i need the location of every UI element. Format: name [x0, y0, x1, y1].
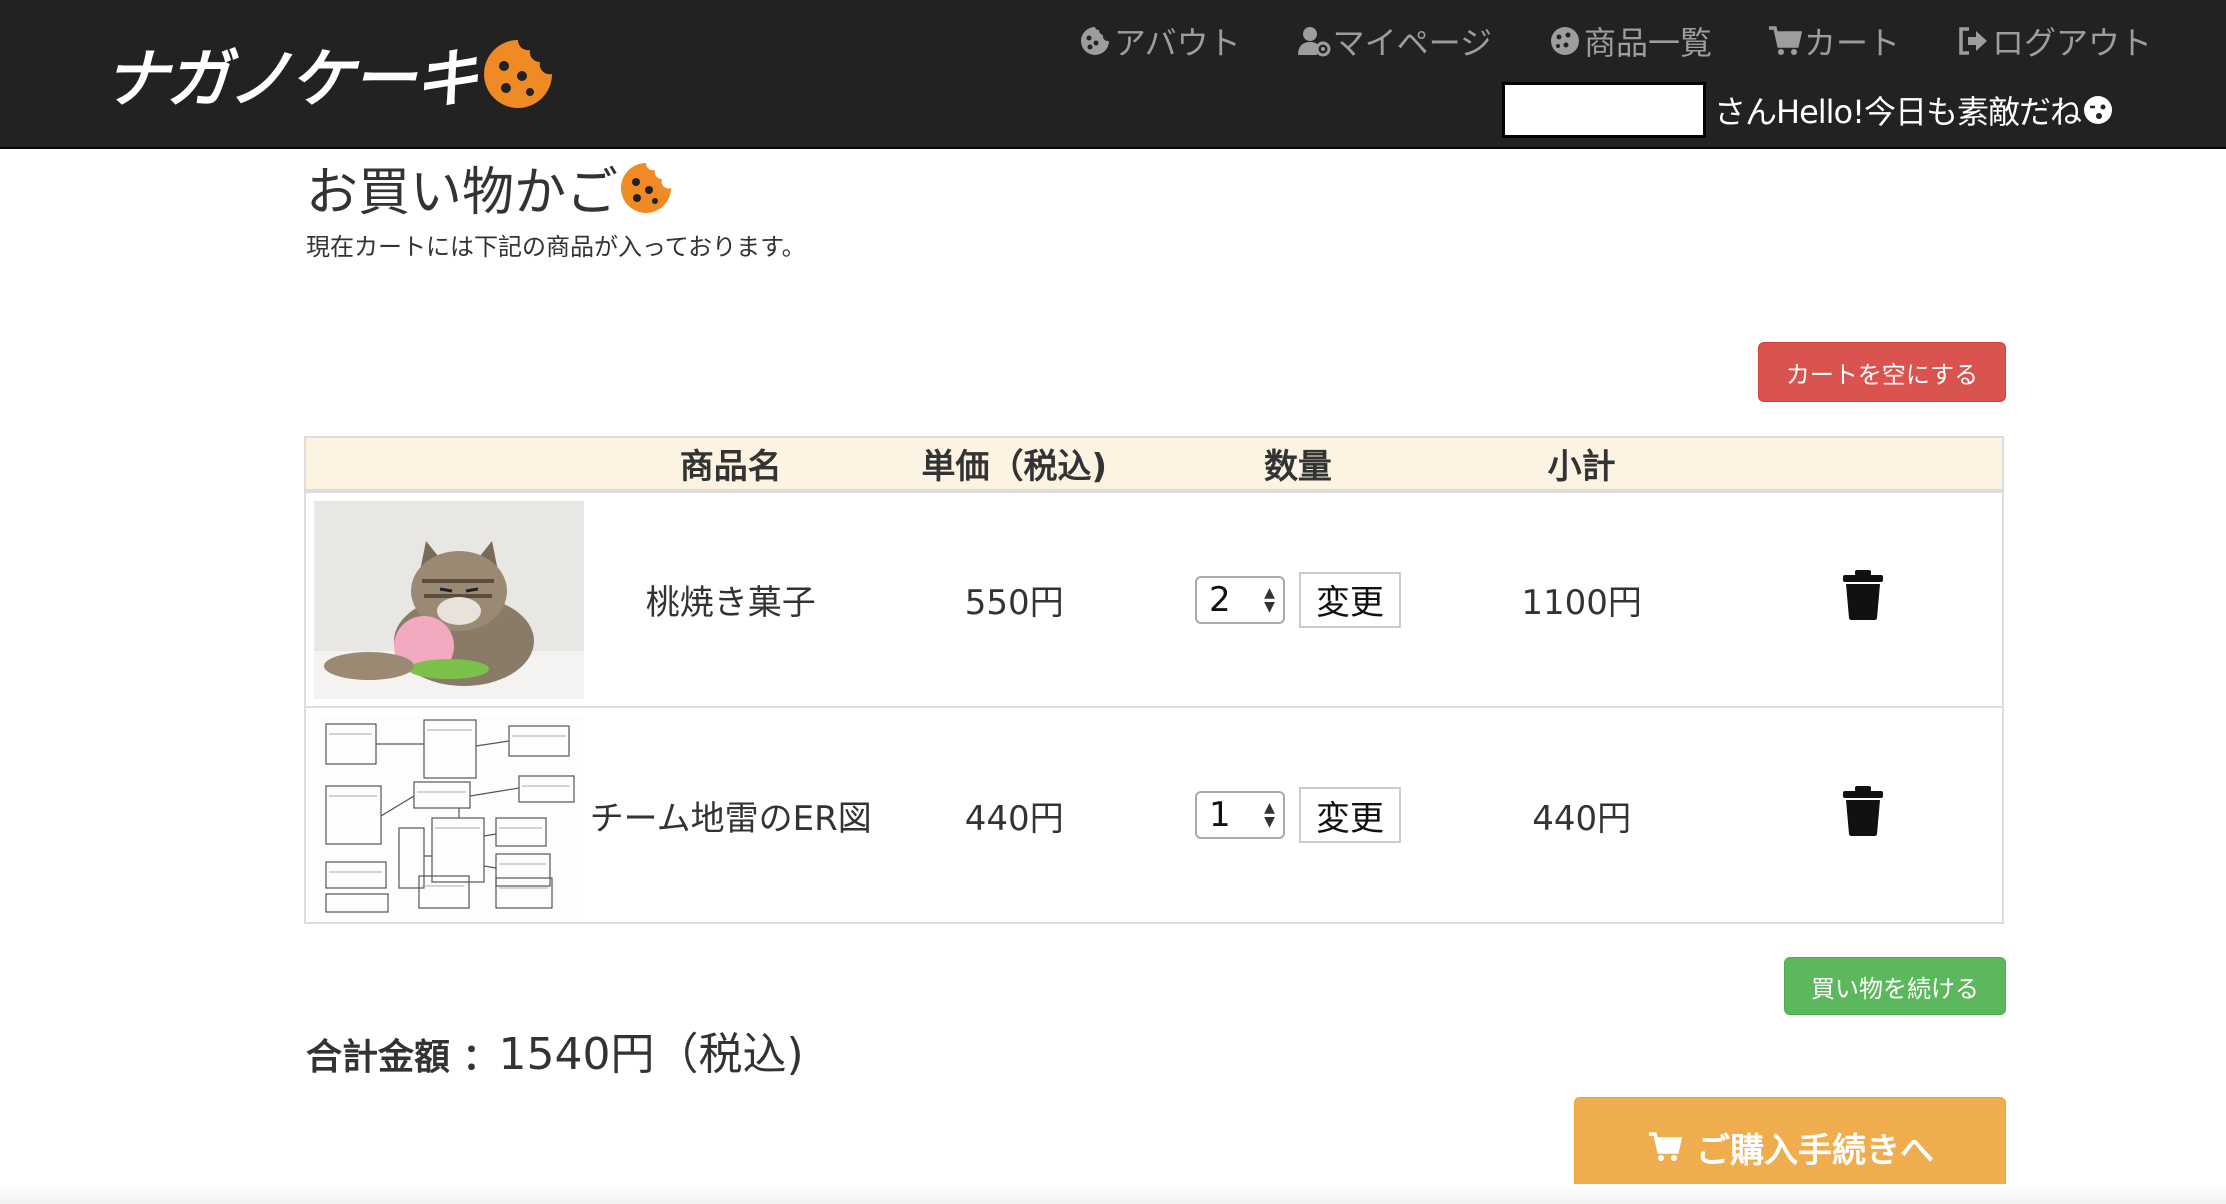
- header-subtotal: 小計: [1439, 437, 1724, 493]
- nav-cart[interactable]: カート: [1768, 14, 1900, 68]
- header-product-name: 商品名: [588, 437, 873, 493]
- header-delete: [1723, 437, 2003, 493]
- nav-mypage-label: マイページ: [1332, 24, 1492, 62]
- nav-products[interactable]: 商品一覧: [1548, 14, 1712, 68]
- cookie-icon: [1080, 27, 1109, 55]
- nav-about[interactable]: アバウト: [1078, 14, 1241, 68]
- wink-face-icon: [2083, 96, 2112, 124]
- cart-table: 商品名 単価（税込) 数量 小計 桃焼き菓子 550円 2 ▲ ▼ 変更 110…: [304, 436, 2004, 924]
- change-quantity-button[interactable]: 変更: [1298, 571, 1401, 628]
- brand-name: ナガノケーキ: [104, 43, 478, 117]
- page-subtitle: 現在カートには下記の商品が入っております。: [306, 233, 806, 261]
- nav-mypage[interactable]: マイページ: [1297, 14, 1492, 68]
- spinner-arrows-icon[interactable]: ▲ ▼: [1264, 586, 1275, 614]
- product-image-cell: [305, 706, 589, 923]
- subtotal: 440円: [1439, 706, 1724, 923]
- cookie-icon: [484, 40, 552, 108]
- delete-cell: [1723, 706, 2003, 923]
- total-amount: 合計金額 ：1540円（税込): [306, 1018, 804, 1082]
- navbar: ナガノケーキ アバウト マイページ 商品一覧 カート ログアウト さんHello…: [0, 0, 2226, 149]
- nav-links: アバウト マイページ 商品一覧 カート ログアウト: [1078, 14, 2152, 68]
- header-image: [305, 437, 589, 493]
- greeting-text: さんHello!今日も素敵だね: [1714, 93, 2082, 131]
- quantity-cell: 2 ▲ ▼ 変更: [1156, 490, 1440, 707]
- product-name: 桃焼き菓子: [588, 490, 873, 707]
- user-gear-icon: [1297, 27, 1331, 57]
- page-title: お買い物かご: [306, 150, 674, 225]
- subtotal: 1100円: [1439, 490, 1724, 707]
- total-label: 合計金額 ：: [306, 1037, 499, 1078]
- table-row: チーム地雷のER図 440円 1 ▲ ▼ 変更 440円: [305, 706, 2003, 923]
- product-image-cell: [305, 490, 589, 707]
- nav-about-label: アバウト: [1113, 24, 1241, 62]
- cookie-icon: [1550, 27, 1579, 55]
- quantity-value: 1: [1208, 795, 1231, 835]
- cookie-icon: [621, 162, 672, 213]
- user-greeting: さんHello!今日も素敵だね: [1502, 82, 2113, 138]
- product-image-cat-peach[interactable]: [314, 500, 584, 699]
- empty-cart-button[interactable]: カートを空にする: [1758, 342, 2006, 402]
- cart-icon: [1649, 1132, 1683, 1161]
- quantity-value: 2: [1208, 579, 1231, 620]
- unit-price: 440円: [872, 706, 1157, 923]
- nav-cart-label: カート: [1803, 24, 1900, 62]
- brand-logo[interactable]: ナガノケーキ: [104, 28, 556, 120]
- table-row: 桃焼き菓子 550円 2 ▲ ▼ 変更 1100円: [305, 490, 2003, 707]
- header-unit-price: 単価（税込): [872, 437, 1157, 493]
- delete-cell: [1723, 490, 2003, 707]
- nav-logout-label: ログアウト: [1991, 24, 2152, 62]
- page-bottom-edge: [0, 1184, 2226, 1204]
- total-value: 1540円（税込): [498, 1029, 804, 1080]
- trash-icon[interactable]: [1841, 570, 1885, 620]
- table-header-row: 商品名 単価（税込) 数量 小計: [305, 437, 2003, 493]
- sign-out-icon: [1959, 27, 1987, 55]
- nav-logout[interactable]: ログアウト: [1956, 14, 2152, 68]
- page-title-text: お買い物かご: [306, 163, 619, 223]
- product-name: チーム地雷のER図: [588, 706, 873, 923]
- checkout-label: ご購入手続きへ: [1696, 1130, 1934, 1171]
- quantity-stepper[interactable]: 2 ▲ ▼: [1194, 575, 1285, 624]
- username-redacted: [1502, 82, 1706, 138]
- checkout-button[interactable]: ご購入手続きへ: [1574, 1097, 2006, 1197]
- trash-icon[interactable]: [1841, 785, 1885, 836]
- change-quantity-button[interactable]: 変更: [1298, 787, 1401, 843]
- cart-icon: [1768, 26, 1802, 55]
- unit-price: 550円: [872, 490, 1157, 707]
- header-quantity: 数量: [1156, 437, 1440, 493]
- nav-products-label: 商品一覧: [1583, 24, 1712, 62]
- spinner-arrows-icon[interactable]: ▲ ▼: [1264, 801, 1275, 829]
- product-image-er-diagram[interactable]: [314, 716, 584, 914]
- quantity-stepper[interactable]: 1 ▲ ▼: [1194, 791, 1285, 839]
- quantity-cell: 1 ▲ ▼ 変更: [1156, 706, 1440, 923]
- continue-shopping-button[interactable]: 買い物を続ける: [1784, 957, 2006, 1015]
